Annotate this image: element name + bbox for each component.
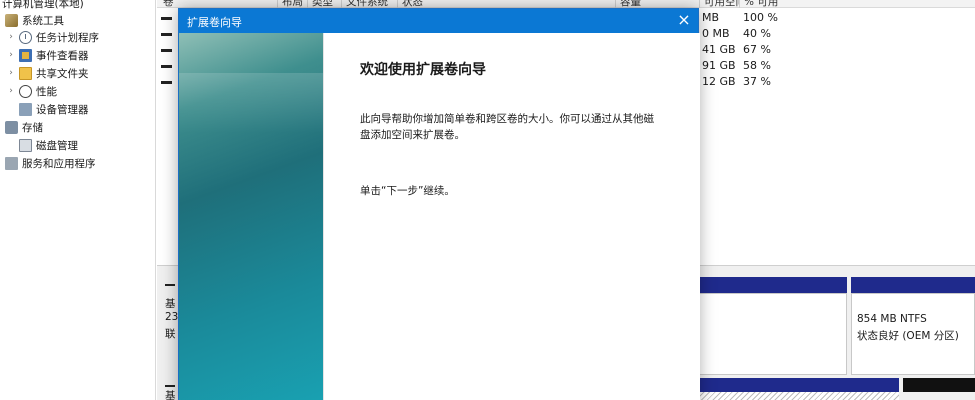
- extend-volume-wizard-dialog: 扩展卷向导 × 欢迎使用扩展卷向导 此向导帮助你增加简单卷和跨区卷的大小。你可以…: [178, 8, 700, 400]
- partition-size: 854 MB NTFS: [857, 313, 927, 325]
- partition-header-bar: [851, 277, 975, 293]
- volume-list-header: 卷 布局 类型 文件系统 状态 容量 可用空间 % 可用: [157, 0, 975, 8]
- volume-icon: [161, 65, 172, 68]
- event-viewer-icon: [19, 48, 32, 62]
- chevron-right-icon[interactable]: ›: [6, 86, 16, 96]
- tree-item-event-viewer[interactable]: › 事件查看器: [6, 46, 89, 64]
- tools-icon: [5, 13, 18, 27]
- disk-0-status: 联: [165, 328, 176, 340]
- navigation-tree: 计算机管理(本地) 系统工具 › 任务计划程序 › 事件查看器 › 共享文件夹 …: [0, 0, 156, 400]
- computer-management-window: 计算机管理(本地) 系统工具 › 任务计划程序 › 事件查看器 › 共享文件夹 …: [0, 0, 975, 400]
- column-header-layout[interactable]: 布局: [277, 0, 307, 8]
- disk-icon: [165, 284, 175, 286]
- volume-icon: [161, 33, 172, 36]
- volume-percent-free: 100 %: [743, 11, 778, 24]
- tree-item-label: 设备管理器: [36, 103, 89, 116]
- disk-0-size: 23: [165, 311, 179, 323]
- disk-0-type: 基: [165, 298, 176, 310]
- volume-free-space: 41 GB: [702, 43, 736, 56]
- partition-header-bar: [699, 277, 847, 293]
- tree-item-services-applications[interactable]: 服务和应用程序: [2, 154, 96, 172]
- services-icon: [5, 156, 18, 170]
- dialog-title: 扩展卷向导: [187, 16, 242, 29]
- performance-icon: [19, 84, 32, 98]
- disk-icon: [19, 138, 32, 152]
- tree-item-shared-folders[interactable]: › 共享文件夹: [6, 64, 89, 82]
- dialog-title-bar[interactable]: 扩展卷向导 ×: [179, 9, 698, 33]
- disk-1-type: 基: [165, 390, 176, 400]
- tree-item-label: 事件查看器: [36, 49, 89, 62]
- volume-icon: [161, 17, 172, 20]
- tree-item-label: 任务计划程序: [36, 31, 99, 44]
- chevron-right-icon[interactable]: ›: [6, 50, 16, 60]
- wizard-banner-image: [179, 33, 323, 400]
- tree-item-label: 性能: [36, 85, 57, 98]
- partition-status: 状态良好 (OEM 分区): [857, 330, 959, 342]
- tree-item-performance[interactable]: › 性能: [6, 82, 57, 100]
- volume-free-space: 12 GB: [702, 75, 736, 88]
- column-header-percent-free[interactable]: % 可用: [739, 0, 789, 8]
- clock-icon: [19, 30, 32, 44]
- volume-free-space: 91 GB: [702, 59, 736, 72]
- unallocated-header-bar: [903, 378, 975, 392]
- partition-block[interactable]: [699, 293, 847, 375]
- column-header-status[interactable]: 状态: [397, 0, 477, 8]
- tree-item-system-tools[interactable]: 系统工具: [2, 11, 64, 29]
- chevron-right-icon[interactable]: ›: [6, 32, 16, 42]
- shared-folder-icon: [19, 66, 32, 80]
- chevron-right-icon[interactable]: ›: [6, 68, 16, 78]
- column-header-filesystem[interactable]: 文件系统: [341, 0, 397, 8]
- tree-item-label: 系统工具: [22, 14, 64, 27]
- wizard-continue-text: 单击“下一步”继续。: [360, 185, 455, 197]
- wizard-content: 欢迎使用扩展卷向导 此向导帮助你增加简单卷和跨区卷的大小。你可以通过从其他磁盘添…: [323, 33, 700, 400]
- column-header-volume[interactable]: 卷: [159, 0, 277, 8]
- tree-item-disk-management[interactable]: 磁盘管理: [16, 136, 78, 154]
- volume-percent-free: 37 %: [743, 75, 771, 88]
- column-header-capacity[interactable]: 容量: [615, 0, 675, 8]
- volume-free-space: 0 MB: [702, 27, 730, 40]
- volume-percent-free: 67 %: [743, 43, 771, 56]
- volume-free-space: MB: [702, 11, 720, 24]
- tree-item-label: 共享文件夹: [36, 67, 89, 80]
- volume-icon: [161, 49, 172, 52]
- volume-percent-free: 58 %: [743, 59, 771, 72]
- disk-icon: [165, 385, 175, 387]
- column-header-free-space[interactable]: 可用空间: [699, 0, 739, 8]
- storage-icon: [5, 120, 18, 134]
- column-header-type[interactable]: 类型: [307, 0, 341, 8]
- volume-icon: [161, 81, 172, 84]
- tree-item-storage[interactable]: 存储: [2, 118, 43, 136]
- wizard-heading: 欢迎使用扩展卷向导: [360, 62, 486, 78]
- partition-block-hatched[interactable]: [699, 392, 899, 400]
- volume-percent-free: 40 %: [743, 27, 771, 40]
- wizard-description: 此向导帮助你增加简单卷和跨区卷的大小。你可以通过从其他磁盘添加空间来扩展卷。: [360, 113, 654, 141]
- device-manager-icon: [19, 102, 32, 116]
- tree-item-task-scheduler[interactable]: › 任务计划程序: [6, 28, 99, 46]
- partition-header-bar: [699, 378, 899, 392]
- close-icon[interactable]: ×: [670, 9, 698, 33]
- tree-item-label: 服务和应用程序: [22, 157, 96, 170]
- tree-item-label: 存储: [22, 121, 43, 134]
- tree-item-label: 磁盘管理: [36, 139, 78, 152]
- tree-item-device-manager[interactable]: 设备管理器: [16, 100, 89, 118]
- tree-item-label: 计算机管理(本地): [2, 0, 84, 10]
